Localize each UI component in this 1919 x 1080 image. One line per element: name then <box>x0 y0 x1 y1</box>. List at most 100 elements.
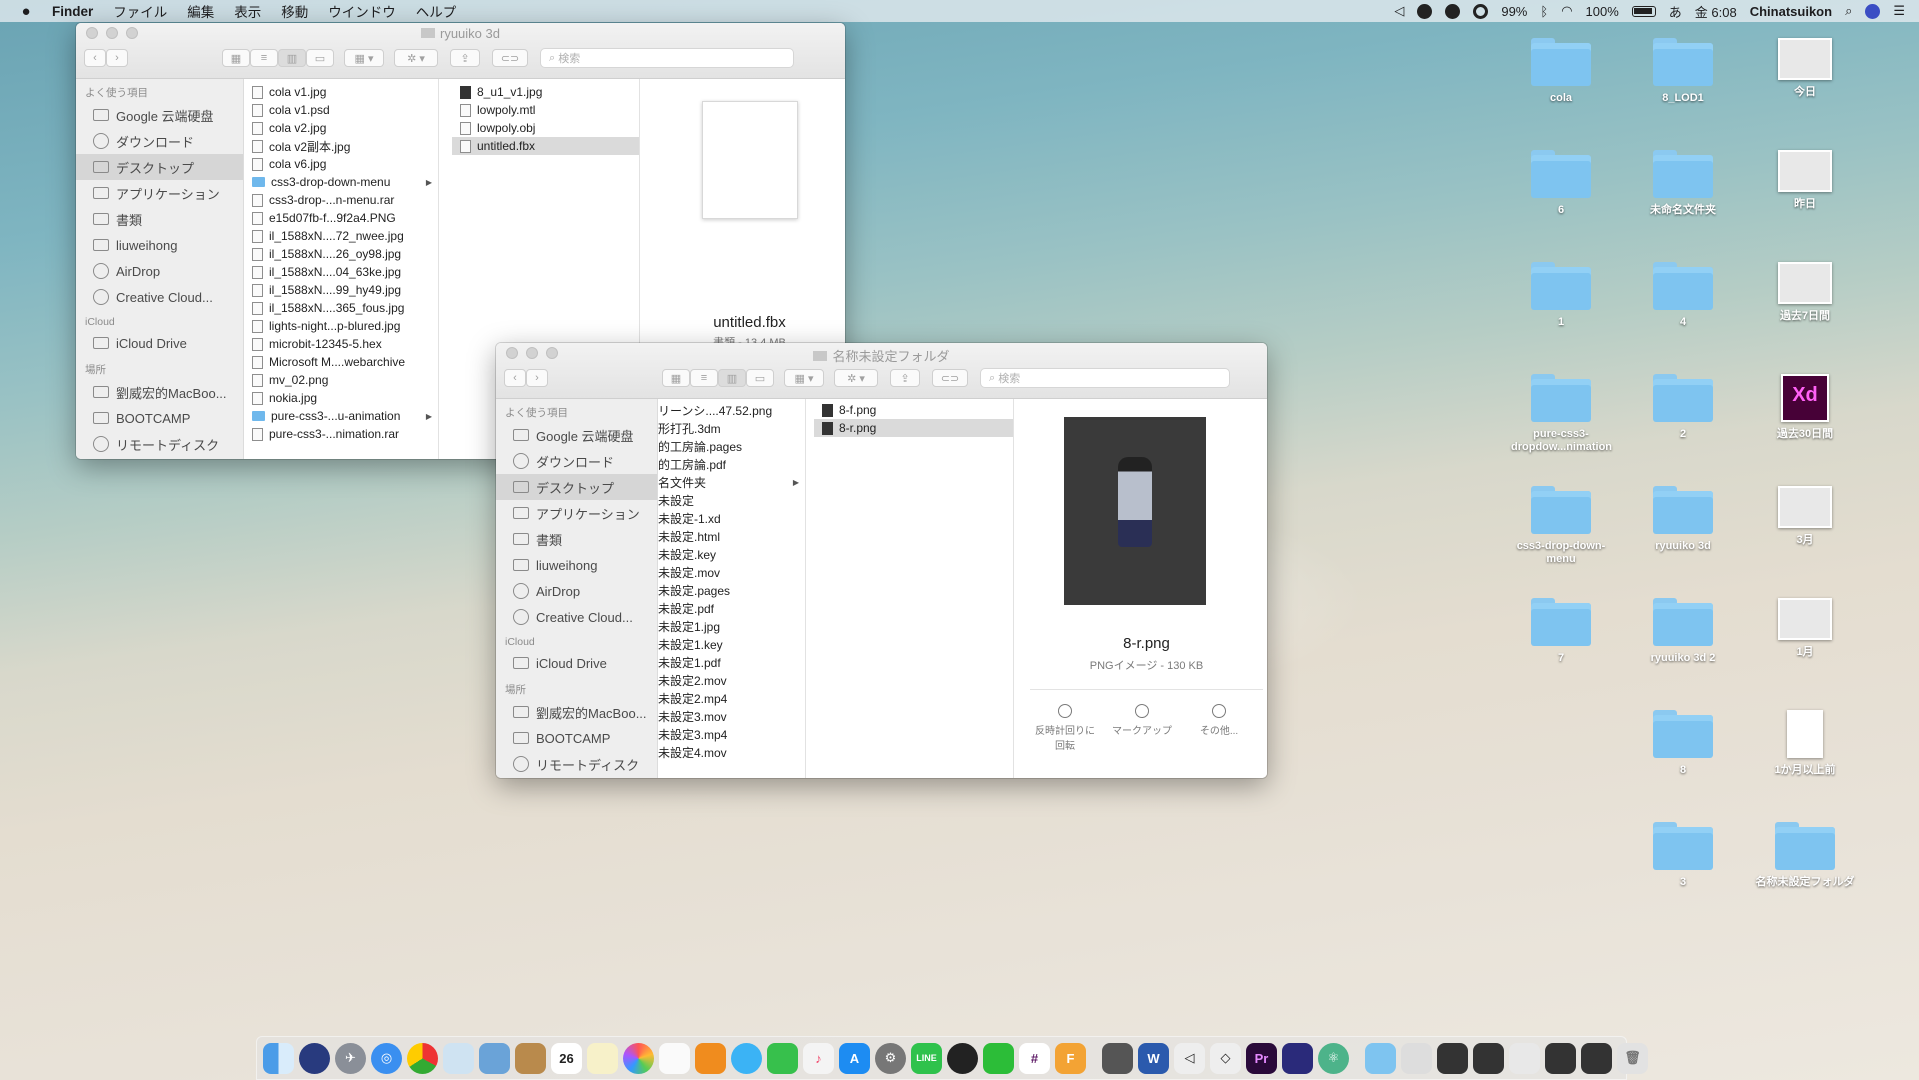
desktop-item[interactable]: ryuuiko 3d <box>1633 486 1733 553</box>
more-button[interactable]: その他... <box>1184 704 1254 737</box>
menu-edit[interactable]: 編集 <box>187 1 214 21</box>
sidebar-item[interactable]: liuweihong <box>76 232 243 258</box>
file-row[interactable]: cola v1.jpg <box>244 83 438 101</box>
group-button[interactable]: ▦ ▾ <box>784 369 824 387</box>
finder-dock-icon[interactable] <box>263 1042 294 1074</box>
sidebar-item[interactable]: Creative Cloud... <box>496 604 657 630</box>
forward-button[interactable]: › <box>526 369 548 387</box>
file-row[interactable]: cola v6.jpg <box>244 155 438 173</box>
file-row[interactable]: 未設定3.mp4 <box>658 725 805 743</box>
file-row[interactable]: lowpoly.mtl <box>452 101 639 119</box>
messages-dock-icon[interactable] <box>731 1042 762 1074</box>
menu-view[interactable]: 表示 <box>234 1 261 21</box>
file-row[interactable]: 的工房論.pdf <box>658 455 805 473</box>
sidebar-item[interactable]: BOOTCAMP <box>76 405 243 431</box>
file-row[interactable]: cola v2.jpg <box>244 119 438 137</box>
status-percent[interactable]: 99% <box>1501 4 1527 19</box>
mail-dock-icon[interactable] <box>479 1042 510 1074</box>
sidebar-item[interactable]: リモートディスク <box>76 431 243 457</box>
desktop-item[interactable]: 8_LOD1 <box>1633 38 1733 105</box>
action-gear-button[interactable]: ✲ ▾ <box>834 369 878 387</box>
search-field[interactable]: ⌕ 検索 <box>540 48 794 68</box>
desktop-item[interactable]: 8 <box>1633 710 1733 777</box>
preview-dock-icon[interactable] <box>443 1042 474 1074</box>
menu-window[interactable]: ウインドウ <box>328 1 396 21</box>
sidebar-item[interactable]: 書類 <box>496 526 657 552</box>
desktop-item[interactable]: ryuuiko 3d 2 <box>1633 598 1733 665</box>
desktop-item[interactable]: 1 <box>1511 262 1611 329</box>
sidebar-item[interactable]: iCloud Drive <box>496 650 657 676</box>
file-row[interactable]: lights-night...p-blured.jpg <box>244 317 438 335</box>
gallery-view-button[interactable]: ▭ <box>306 49 334 67</box>
file-row[interactable]: nokia.jpg <box>244 389 438 407</box>
siri-dock-icon[interactable] <box>299 1042 330 1074</box>
spotlight-search-icon[interactable]: ⌕ <box>1845 3 1852 19</box>
sidebar-item[interactable]: デスクトップ <box>76 154 243 180</box>
desktop-item[interactable]: 名称未設定フォルダ <box>1755 822 1855 889</box>
gallery-view-button[interactable]: ▭ <box>746 369 774 387</box>
column-view-button[interactable]: ▥ <box>278 49 306 67</box>
sidebar-item[interactable]: liuweihong <box>496 552 657 578</box>
file-row[interactable]: pure-css3-...nimation.rar <box>244 425 438 443</box>
file-row[interactable]: 未設定.pdf <box>658 599 805 617</box>
file-row[interactable]: css3-drop-...n-menu.rar <box>244 191 438 209</box>
input-method[interactable]: あ <box>1669 2 1682 21</box>
apple-menu-icon[interactable]: ● <box>18 3 34 20</box>
desktop-item[interactable]: 7 <box>1511 598 1611 665</box>
calendar-dock-icon[interactable]: 26 <box>551 1042 582 1074</box>
share-button[interactable]: ⇪ <box>450 49 480 67</box>
vscode-status-icon[interactable]: ◁ <box>1394 3 1404 19</box>
file-row[interactable]: 8_u1_v1.jpg <box>452 83 639 101</box>
file-row[interactable]: il_1588xN....26_oy98.jpg <box>244 245 438 263</box>
siri-icon[interactable] <box>1865 3 1881 19</box>
sidebar-item[interactable]: Google 云端硬盘 <box>496 422 657 448</box>
word-dock-icon[interactable]: W <box>1138 1042 1169 1074</box>
user-name[interactable]: Chinatsuikon <box>1750 4 1832 19</box>
file-row[interactable]: 8-r.png <box>814 419 1013 437</box>
downloads-stack-icon[interactable] <box>1401 1042 1432 1074</box>
file-row[interactable]: e15d07fb-f...9f2a4.PNG <box>244 209 438 227</box>
safari-dock-icon[interactable]: ◎ <box>371 1042 402 1074</box>
sidebar-item[interactable]: ダウンロード <box>76 128 243 154</box>
status-app-icon-2[interactable] <box>1445 3 1461 19</box>
file-row[interactable]: pure-css3-...u-animation ▶ <box>244 407 438 425</box>
file-row[interactable]: microbit-12345-5.hex <box>244 335 438 353</box>
list-view-button[interactable]: ≡ <box>690 369 718 387</box>
facetime-dock-icon[interactable] <box>767 1042 798 1074</box>
menu-go[interactable]: 移動 <box>281 1 308 21</box>
vscode-dock-icon[interactable]: ◁ <box>1174 1042 1205 1074</box>
desktop-item[interactable]: 昨日 <box>1755 150 1855 211</box>
share-button[interactable]: ⇪ <box>890 369 920 387</box>
notification-center-icon[interactable]: ☰ <box>1893 3 1905 19</box>
wifi-icon[interactable]: ◠ <box>1561 3 1572 19</box>
chrome-dock-icon[interactable] <box>407 1042 438 1074</box>
trash-dock-icon[interactable]: 🗑 <box>1617 1042 1648 1074</box>
file-row[interactable]: il_1588xN....365_fous.jpg <box>244 299 438 317</box>
desktop-item[interactable]: cola <box>1511 38 1611 105</box>
sidebar-item[interactable]: アプリケーション <box>496 500 657 526</box>
appstore-dock-icon[interactable]: A <box>839 1042 870 1074</box>
fusion-dock-icon[interactable]: F <box>1055 1042 1086 1074</box>
stack-icon-3[interactable] <box>1509 1042 1540 1074</box>
system-preferences-dock-icon[interactable]: ⚙ <box>875 1042 906 1074</box>
music-dock-icon[interactable]: ♪ <box>803 1042 834 1074</box>
file-row[interactable]: 未設定2.mp4 <box>658 689 805 707</box>
column-view-button[interactable]: ▥ <box>718 369 746 387</box>
file-row[interactable]: 未設定1.key <box>658 635 805 653</box>
sidebar-item[interactable]: 書類 <box>76 206 243 232</box>
file-row[interactable]: il_1588xN....72_nwee.jpg <box>244 227 438 245</box>
status-ring-icon[interactable] <box>1473 3 1489 19</box>
file-row[interactable]: 形打孔.3dm <box>658 419 805 437</box>
sidebar-item[interactable]: 劉威宏的MacBoo... <box>496 699 657 725</box>
sidebar-item[interactable]: アプリケーション <box>76 180 243 206</box>
file-row[interactable]: cola v2副本.jpg <box>244 137 438 155</box>
slack-dock-icon[interactable]: # <box>1019 1042 1050 1074</box>
desktop-item[interactable]: 過去7日間 <box>1755 262 1855 323</box>
sidebar-item[interactable]: リモートディスク <box>496 751 657 777</box>
file-row[interactable]: il_1588xN....99_hy49.jpg <box>244 281 438 299</box>
markup-button[interactable]: マークアップ <box>1107 704 1177 737</box>
sidebar-item[interactable]: Google 云端硬盘 <box>76 102 243 128</box>
sidebar-item[interactable]: デスクトップ <box>496 474 657 500</box>
desktop-item[interactable]: 3 <box>1633 822 1733 889</box>
photos-dock-icon[interactable] <box>623 1042 654 1074</box>
